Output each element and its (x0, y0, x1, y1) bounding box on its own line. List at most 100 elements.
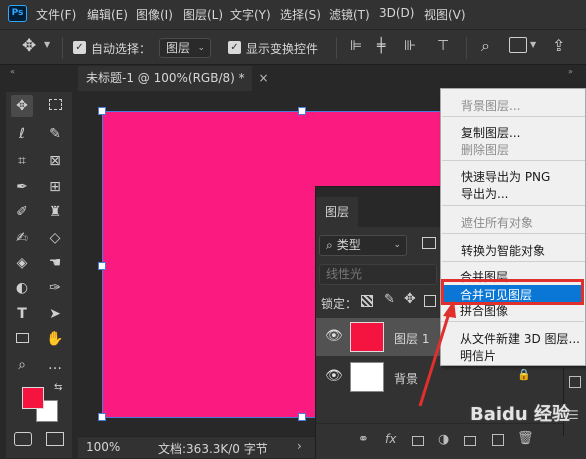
lock-icon: 🔒 (517, 368, 531, 381)
image-filter-icon[interactable] (422, 237, 436, 249)
menu-item-postcard[interactable]: 明信片 (460, 347, 496, 364)
screen-mode-icon[interactable] (46, 432, 64, 446)
menu-item-duplicate-layer[interactable]: 复制图层... (461, 124, 520, 141)
layer-style-icon[interactable]: fx (385, 432, 396, 446)
menu-item-new-3d-layer-from-file[interactable]: 从文件新建 3D 图层... (460, 330, 580, 347)
menu-layer[interactable]: 图层(L) (183, 6, 223, 23)
link-layers-icon[interactable]: ⚭ (358, 432, 369, 447)
auto-select-target-value: 图层 (166, 41, 191, 55)
panel-icon[interactable] (569, 376, 581, 388)
healing-brush-tool-icon[interactable]: ⊞ (44, 176, 66, 198)
smudge-tool-icon[interactable]: ☚ (44, 252, 66, 274)
move-tool-icon[interactable]: ✥ (22, 36, 36, 56)
more-tools-icon[interactable]: … (44, 354, 66, 376)
menu-edit[interactable]: 编辑(E) (87, 6, 128, 23)
quick-selection-tool-icon[interactable]: ✎ (44, 123, 66, 145)
menu-divider (442, 261, 585, 262)
tools-panel: ✥ ℓ ✎ ⌗ ⊠ ✒ ⊞ ✐ ♜ ✍ ◇ ◈ ☚ ◐ ✑ T ➤ ✋ ⌕ … … (6, 92, 72, 458)
menu-view[interactable]: 视图(V) (424, 6, 466, 23)
menu-item-convert-to-smart-object[interactable]: 转换为智能对象 (461, 242, 545, 259)
layer-filter-value: 类型 (336, 238, 361, 252)
hand-tool-icon[interactable]: ✋ (44, 328, 66, 350)
align-left-icon[interactable]: ⊫ (350, 38, 362, 54)
tab-layers[interactable]: 图层 (316, 197, 358, 227)
menu-item-quick-export-png[interactable]: 快速导出为 PNG (461, 168, 550, 185)
auto-select-label: 自动选择： (91, 42, 152, 56)
chevron-right-icon[interactable]: › (297, 439, 302, 453)
lock-transparent-icon[interactable] (361, 295, 373, 307)
align-center-icon[interactable]: ╪ (377, 38, 385, 54)
transform-handle[interactable] (98, 413, 106, 421)
transform-handle[interactable] (98, 107, 106, 115)
transform-handle[interactable] (298, 107, 306, 115)
menu-item-background-layer[interactable]: 背景图层... (461, 97, 520, 114)
history-brush-tool-icon[interactable]: ✍ (11, 227, 33, 249)
document-tab-title: 未标题-1 @ 100%(RGB/8) * (86, 71, 245, 85)
lock-paint-icon[interactable]: ✎ (384, 292, 395, 307)
frame-tool-icon[interactable]: ⊠ (44, 150, 66, 172)
rectangle-tool-icon[interactable] (11, 328, 33, 350)
menu-select[interactable]: 选择(S) (280, 6, 321, 23)
layer-context-menu: 背景图层... 复制图层... 删除图层 快速导出为 PNG 导出为... 遮住… (440, 88, 586, 366)
search-icon[interactable]: ⌕ (481, 36, 490, 56)
auto-select-checkbox[interactable]: ✓ (73, 41, 86, 54)
quick-mask-icon[interactable] (14, 432, 32, 446)
menu-item-mask-all-objects[interactable]: 遮住所有对象 (461, 214, 533, 231)
show-transform-checkbox[interactable]: ✓ (228, 41, 241, 54)
delete-layer-icon[interactable]: 🗑 (517, 431, 534, 446)
chevron-down-icon[interactable]: ▼ (530, 40, 536, 49)
menu-image[interactable]: 图像(I) (136, 6, 173, 23)
swap-colors-icon[interactable]: ⇆ (54, 382, 62, 393)
eraser-tool-icon[interactable]: ◇ (44, 227, 66, 249)
brush-tool-icon[interactable]: ✐ (11, 201, 33, 223)
dodge-tool-icon[interactable]: ◐ (11, 277, 33, 299)
blend-mode-dropdown[interactable]: 线性光 (319, 264, 437, 285)
lasso-tool-icon[interactable]: ℓ (11, 123, 33, 145)
transform-handle[interactable] (98, 262, 106, 270)
menu-filter[interactable]: 滤镜(T) (329, 6, 370, 23)
document-tab[interactable]: 未标题-1 @ 100%(RGB/8) * × (78, 66, 269, 91)
menu-item-export-as[interactable]: 导出为... (461, 185, 508, 202)
zoom-tool-icon[interactable]: ⌕ (11, 354, 33, 376)
menu-type[interactable]: 文字(Y) (230, 6, 271, 23)
paint-bucket-tool-icon[interactable]: ◈ (11, 252, 33, 274)
watermark: Baidu 经验 (470, 400, 570, 426)
add-mask-icon[interactable] (412, 436, 424, 446)
menu-file[interactable]: 文件(F) (36, 6, 76, 23)
menu-item-delete-layer[interactable]: 删除图层 (461, 141, 509, 158)
eyedropper-tool-icon[interactable]: ✒ (11, 176, 33, 198)
menu-3d[interactable]: 3D(D) (379, 6, 414, 20)
layer-filter-dropdown[interactable]: ⌕ 类型 ⌄ (319, 235, 407, 256)
layer-thumbnail (350, 322, 384, 352)
search-icon: ⌕ (326, 238, 333, 252)
adjustment-layer-icon[interactable]: ◑ (438, 432, 449, 447)
crop-tool-icon[interactable]: ⌗ (11, 150, 33, 172)
chevron-down-icon: ⌄ (393, 240, 401, 250)
path-selection-tool-icon[interactable]: ➤ (44, 303, 66, 325)
stamp-tool-icon[interactable]: ♜ (44, 201, 66, 223)
pen-tool-icon[interactable]: ✑ (44, 277, 66, 299)
lock-label: 锁定： (321, 297, 358, 311)
tab-layers-label: 图层 (325, 205, 350, 219)
share-icon[interactable]: ⇪ (552, 36, 565, 55)
foreground-color-swatch[interactable] (22, 387, 44, 409)
align-right-icon[interactable]: ⊪ (404, 38, 416, 54)
collapse-panel-icon[interactable]: » (568, 67, 573, 76)
watermark-text: Baidu 经验 (470, 404, 571, 425)
collapse-panel-icon[interactable]: « (10, 67, 15, 76)
workspace-icon[interactable] (509, 37, 527, 53)
marquee-tool-icon[interactable] (44, 95, 66, 117)
new-layer-icon[interactable] (492, 434, 504, 446)
move-tool-icon[interactable]: ✥ (11, 95, 33, 117)
new-group-icon[interactable] (464, 436, 476, 446)
close-icon[interactable]: × (258, 71, 268, 85)
zoom-level[interactable]: 100% (86, 440, 120, 454)
chevron-down-icon[interactable]: ▼ (44, 40, 50, 49)
type-tool-icon[interactable]: T (11, 303, 33, 325)
align-top-icon[interactable]: ⊤ (437, 38, 449, 54)
layer-thumbnail (350, 362, 384, 392)
auto-select-target-dropdown[interactable]: 图层 ⌄ (159, 38, 211, 58)
visibility-eye-icon[interactable]: 👁 (325, 328, 343, 344)
transform-handle[interactable] (298, 413, 306, 421)
visibility-eye-icon[interactable]: 👁 (325, 368, 343, 384)
